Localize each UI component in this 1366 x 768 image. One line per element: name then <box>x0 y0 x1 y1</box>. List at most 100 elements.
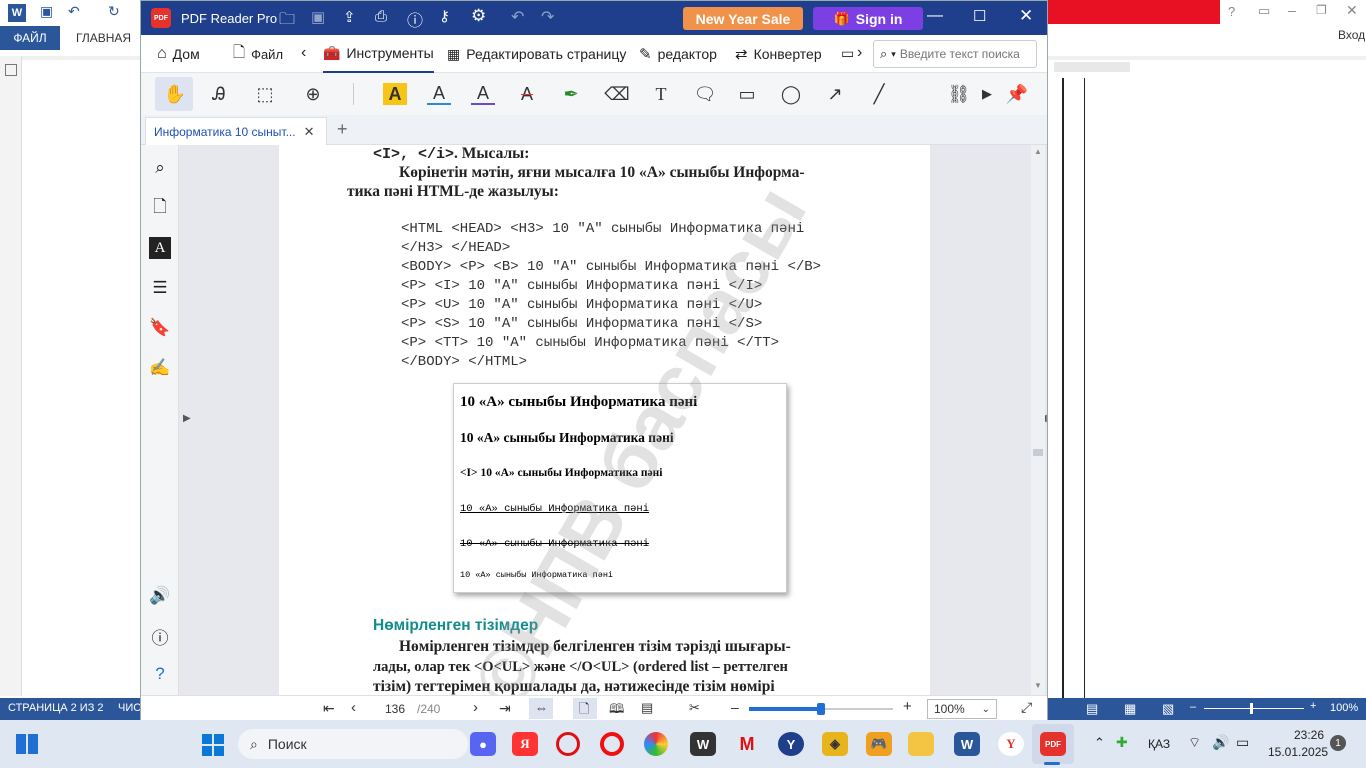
vertical-scrollbar[interactable]: ▲ ▼ <box>1031 145 1045 695</box>
word-home-tab[interactable]: ГЛАВНАЯ <box>76 31 131 45</box>
nav-editor[interactable]: ✎ редактор <box>639 35 717 73</box>
text-select-icon[interactable]: Ꭿ <box>207 83 231 105</box>
language-indicator[interactable]: ҚАЗ <box>1148 737 1170 751</box>
nav-home[interactable]: ⌂ Дом <box>157 35 200 73</box>
scrollbar-thumb[interactable] <box>1033 449 1043 456</box>
ribbon-options-icon[interactable]: ▭ <box>1258 3 1270 19</box>
link-icon[interactable]: ⛓ <box>947 83 971 105</box>
word-file-tab[interactable]: ФАЙЛ <box>0 26 60 50</box>
undo-icon[interactable]: ↶ <box>68 3 80 20</box>
opera-icon[interactable] <box>600 732 624 756</box>
y-app-icon[interactable]: Y <box>778 732 804 756</box>
game-controller-icon[interactable]: 🎮 <box>866 732 892 756</box>
document-tab[interactable]: Информатика 10 сыныт... ✕ <box>145 117 327 145</box>
yandex-browser-icon[interactable]: Я <box>512 732 538 756</box>
continuous-icon[interactable]: ▤ <box>641 700 653 716</box>
undo-icon[interactable]: ↶ <box>511 7 524 27</box>
share-icon[interactable]: ⇪ <box>343 8 356 26</box>
form-icon[interactable]: ▭ <box>841 45 854 62</box>
meet-app-icon[interactable]: ● <box>470 732 496 756</box>
taskbar-search-box[interactable]: ⌕ Поиск <box>238 729 468 759</box>
help-icon[interactable]: ? <box>1228 4 1235 19</box>
zoom-in-icon[interactable]: + <box>1310 700 1316 712</box>
chrome-icon[interactable] <box>644 732 668 756</box>
info-icon[interactable]: ⓘ <box>149 625 171 648</box>
expand-sidebar-icon[interactable]: ▶ <box>183 413 191 424</box>
word-zoom-slider[interactable] <box>1204 708 1304 709</box>
redo-icon[interactable]: ↷ <box>541 7 554 27</box>
zoom-slider-thumb[interactable] <box>817 703 825 715</box>
previous-page-icon[interactable]: ‹ <box>351 699 356 716</box>
opera-gx-icon[interactable] <box>556 732 580 756</box>
tab-selector-icon[interactable] <box>5 64 17 76</box>
highlight-icon[interactable]: A <box>383 83 407 105</box>
rectangle-icon[interactable]: ▭ <box>735 83 759 105</box>
close-icon[interactable]: ✕ <box>1346 2 1358 19</box>
minimize-icon[interactable]: — <box>927 7 943 25</box>
bookmark-icon[interactable]: 🔖 <box>149 317 171 339</box>
search-box[interactable]: ⌕ ▾ <box>873 40 1037 68</box>
scroll-down-icon[interactable]: ▼ <box>1034 681 1042 690</box>
settings-icon[interactable]: ⚙ <box>471 6 486 26</box>
new-tab-icon[interactable]: + <box>337 119 348 140</box>
circle-icon[interactable]: ◯ <box>779 83 803 105</box>
strikeout-icon[interactable]: A <box>515 83 539 105</box>
search-icon[interactable]: ⌕ <box>149 157 171 179</box>
yandex-icon[interactable]: Y <box>998 732 1024 756</box>
nav-edit-page[interactable]: ▦ Редактировать страницу <box>447 35 626 73</box>
two-page-icon[interactable]: 🕮 <box>609 700 624 722</box>
zoom-in-icon[interactable]: + <box>903 698 912 715</box>
scroll-up-icon[interactable]: ▲ <box>1034 147 1042 156</box>
nav-file[interactable]: 🗋 Файл <box>233 35 283 73</box>
binance-icon[interactable]: ◈ <box>822 732 848 756</box>
widgets-icon[interactable] <box>16 734 38 754</box>
print-icon[interactable]: ⎙ <box>375 8 387 25</box>
signature-icon[interactable]: ✍ <box>149 357 171 379</box>
arrow-icon[interactable]: ↗ <box>823 83 847 105</box>
speaker-icon[interactable]: 🔊 <box>149 585 171 607</box>
scroll-left-icon[interactable]: ‹ <box>301 44 306 62</box>
word-zoom-level[interactable]: 100% <box>1330 702 1358 714</box>
zoom-select[interactable]: 100% ⌄ <box>927 699 997 719</box>
notification-badge[interactable]: 1 <box>1330 735 1346 751</box>
word-app-icon[interactable]: W <box>954 732 980 756</box>
first-page-icon[interactable]: ⇤ <box>323 700 335 717</box>
fullscreen-icon[interactable]: ⤢ <box>1021 699 1032 716</box>
note-icon[interactable]: 🗨 <box>693 83 717 105</box>
text-box-icon[interactable]: T <box>649 83 673 105</box>
restore-icon[interactable]: ❐ <box>1316 3 1327 17</box>
underline-icon[interactable]: A <box>427 83 451 105</box>
pin-icon[interactable]: 📌 <box>1005 83 1029 105</box>
web-layout-icon[interactable]: ▧ <box>1162 701 1174 717</box>
battery-icon[interactable]: ▭ <box>1236 734 1249 751</box>
world-of-tanks-icon[interactable]: W <box>690 732 716 756</box>
zoom-out-icon[interactable]: – <box>731 699 739 715</box>
single-page-icon[interactable]: 🗋 <box>579 700 589 722</box>
clock-time[interactable]: 23:26 <box>1294 728 1324 742</box>
file-explorer-icon[interactable] <box>908 732 934 756</box>
key-icon[interactable]: ⚷ <box>439 7 450 25</box>
close-icon[interactable]: ✕ <box>1019 6 1033 26</box>
new-year-sale-button[interactable]: New Year Sale <box>683 7 803 30</box>
eraser-icon[interactable]: ⌫ <box>604 83 629 105</box>
open-folder-icon[interactable]: 🗀 <box>279 8 295 35</box>
help-icon[interactable]: ? <box>149 663 171 685</box>
outline-icon[interactable]: ☰ <box>149 277 171 299</box>
current-page-input[interactable]: 136 <box>385 702 405 716</box>
thumbnails-icon[interactable]: 🗋 <box>149 197 171 219</box>
nav-converter[interactable]: ⇄ Конвертер <box>735 35 822 73</box>
pdf-reader-taskbar-icon[interactable]: PDF <box>1040 732 1066 756</box>
annotations-icon[interactable]: A <box>149 237 171 259</box>
tray-app-icon[interactable]: ✚ <box>1116 734 1128 751</box>
search-input[interactable] <box>899 47 1028 61</box>
next-page-icon[interactable]: › <box>473 699 478 716</box>
scroll-right-icon[interactable]: › <box>857 44 862 62</box>
volume-icon[interactable]: 🔊 <box>1212 734 1229 751</box>
close-tab-icon[interactable]: ✕ <box>304 124 315 140</box>
word-zoom-thumb[interactable] <box>1250 703 1253 714</box>
minimize-icon[interactable]: – <box>1288 2 1296 18</box>
zoom-area-icon[interactable]: ⊕ <box>301 83 325 105</box>
line-icon[interactable]: ╱ <box>867 83 891 105</box>
start-button-icon[interactable] <box>202 734 224 756</box>
more-tools-icon[interactable]: ▶ <box>975 83 999 105</box>
